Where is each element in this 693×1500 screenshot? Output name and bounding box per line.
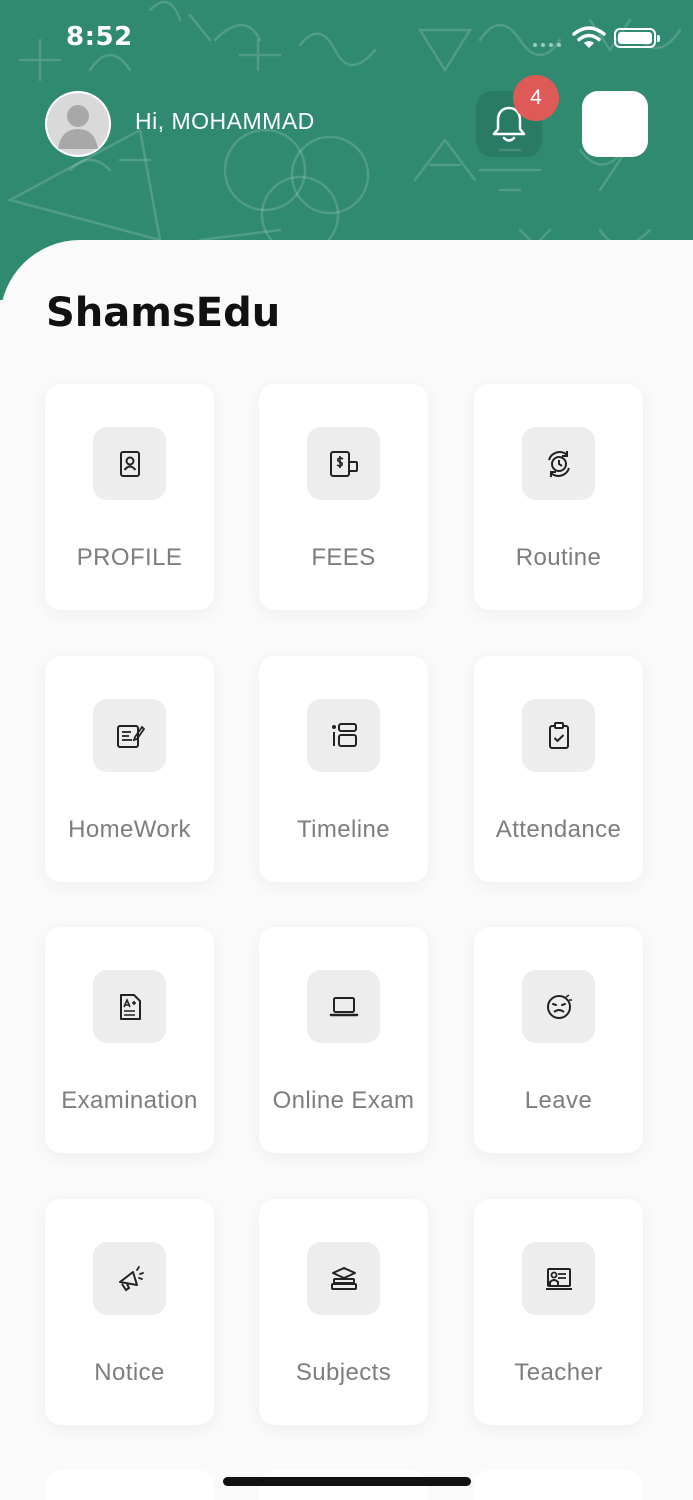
tile-label: Notice: [94, 1359, 165, 1386]
menu-tile-homework[interactable]: HomeWork: [45, 656, 214, 882]
attendance-icon: [548, 721, 569, 749]
tile-label: FEES: [311, 544, 376, 571]
menu-tile-leave[interactable]: Leave: [474, 927, 643, 1153]
tile-label: Examination: [61, 1087, 198, 1114]
status-time: 8:52: [66, 22, 133, 52]
wifi-icon: [572, 26, 606, 48]
menu-tile-online-exam[interactable]: Online Exam: [259, 927, 428, 1153]
icon-container: [93, 1242, 166, 1315]
menu-tile-attendance[interactable]: Attendance: [474, 656, 643, 882]
greeting-text: Hi, MOHAMMAD: [135, 108, 315, 134]
icon-container: [93, 970, 166, 1043]
tile-label: Subjects: [295, 1359, 392, 1386]
routine-icon: [547, 450, 570, 477]
icon-container: [522, 1242, 595, 1315]
teacher-icon: [545, 1267, 572, 1290]
menu-tile-timeline[interactable]: Timeline: [259, 656, 428, 882]
menu-tile-subjects[interactable]: Subjects: [259, 1199, 428, 1425]
icon-container: [307, 427, 380, 500]
menu-tile-partial: [474, 1470, 643, 1500]
timeline-icon: [331, 722, 357, 747]
menu-tile-profile[interactable]: PROFILE: [45, 384, 214, 610]
tile-label: Leave: [524, 1087, 593, 1114]
menu-tile-fees[interactable]: FEES: [259, 384, 428, 610]
tile-label: Online Exam: [272, 1087, 415, 1114]
cellular-signal-icon: [533, 43, 561, 47]
examination-icon: [119, 993, 141, 1020]
icon-container: [522, 427, 595, 500]
user-avatar-icon: [47, 93, 109, 155]
menu-tile-routine[interactable]: Routine: [474, 384, 643, 610]
icon-container: [522, 699, 595, 772]
profile-icon: [119, 450, 140, 477]
icon-container: [307, 970, 380, 1043]
battery-icon: [614, 28, 660, 48]
tile-label: PROFILE: [76, 544, 183, 571]
tile-label: Timeline: [296, 816, 390, 843]
tile-label: Attendance: [495, 816, 622, 843]
home-indicator[interactable]: [223, 1477, 471, 1486]
tile-label: HomeWork: [68, 816, 191, 843]
menu-square-button[interactable]: [582, 91, 648, 157]
fees-icon: [329, 450, 358, 477]
icon-container: [307, 699, 380, 772]
status-bar: 8:52: [0, 0, 693, 70]
tile-label: Routine: [515, 544, 602, 571]
icon-container: [307, 1242, 380, 1315]
notice-icon: [118, 1265, 144, 1291]
subjects-icon: [330, 1266, 357, 1290]
menu-tile-notice[interactable]: Notice: [45, 1199, 214, 1425]
app-brand-title: ShamsEdu: [46, 290, 281, 336]
homework-icon: [116, 724, 145, 748]
avatar[interactable]: [45, 91, 111, 157]
notification-count-badge: 4: [513, 75, 559, 121]
leave-icon: [546, 993, 572, 1019]
menu-tile-teacher[interactable]: Teacher: [474, 1199, 643, 1425]
icon-container: [522, 970, 595, 1043]
icon-container: [93, 699, 166, 772]
menu-tile-examination[interactable]: Examination: [45, 927, 214, 1153]
tile-label: Teacher: [514, 1359, 603, 1386]
icon-container: [93, 427, 166, 500]
menu-tile-partial: [45, 1470, 214, 1500]
online-exam-icon: [329, 996, 358, 1016]
